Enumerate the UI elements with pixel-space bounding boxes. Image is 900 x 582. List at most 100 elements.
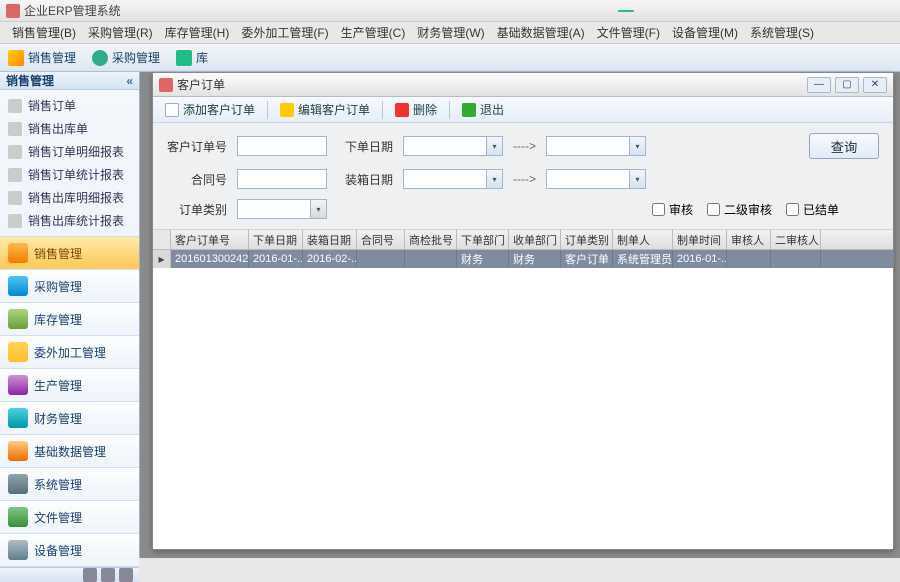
edit-order-label: 编辑客户订单 (298, 101, 370, 118)
table-row[interactable]: ▸ 201601300242 2016-01-... 2016-02-... 财… (153, 250, 893, 268)
tool-stock[interactable]: 库 (168, 44, 216, 71)
menu-basedata[interactable]: 基础数据管理(A) (491, 22, 591, 43)
module-basedata[interactable]: 基础数据管理 (0, 435, 139, 468)
menu-outsource[interactable]: 委外加工管理(F) (235, 22, 334, 43)
exit-button[interactable]: 退出 (456, 99, 510, 120)
tool-sales[interactable]: 销售管理 (0, 44, 84, 71)
check-audit2[interactable]: 二级审核 (707, 201, 772, 218)
title-bar: 企业ERP管理系统 (0, 0, 900, 22)
col-order-no[interactable]: 客户订单号 (171, 230, 249, 249)
check-closed[interactable]: 已结单 (786, 201, 839, 218)
footer-icon[interactable] (101, 568, 115, 582)
chevron-down-icon[interactable]: ▾ (486, 170, 502, 188)
tool-purchase[interactable]: 采购管理 (84, 44, 168, 71)
maximize-button[interactable]: ▢ (835, 77, 859, 93)
arrow-separator: ----> (513, 139, 536, 153)
order-date-from[interactable]: ▾ (403, 136, 503, 156)
col-maker[interactable]: 制单人 (613, 230, 673, 249)
audit-checkbox[interactable] (652, 203, 665, 216)
order-no-input[interactable] (237, 136, 327, 156)
collapse-icon[interactable]: « (126, 74, 133, 88)
close-button[interactable]: ✕ (863, 77, 887, 93)
col-pack-date[interactable]: 装箱日期 (303, 230, 357, 249)
col-auditor2[interactable]: 二审核人 (771, 230, 821, 249)
add-order-button[interactable]: 添加客户订单 (159, 99, 261, 120)
warehouse-icon (176, 50, 192, 66)
col-inspect-no[interactable]: 商检批号 (405, 230, 457, 249)
tool-strip: 销售管理 采购管理 库 (0, 44, 900, 72)
row-indicator[interactable]: ▸ (153, 250, 171, 268)
menu-production[interactable]: 生产管理(C) (335, 22, 412, 43)
search-button[interactable]: 查询 (809, 133, 879, 159)
menu-sales[interactable]: 销售管理(B) (6, 22, 82, 43)
module-outsource[interactable]: 委外加工管理 (0, 336, 139, 369)
order-date-to[interactable]: ▾ (546, 136, 646, 156)
audit2-checkbox[interactable] (707, 203, 720, 216)
pack-date-to[interactable]: ▾ (546, 169, 646, 189)
closed-label: 已结单 (803, 201, 839, 218)
tree-out-detail-report[interactable]: 销售出库明细报表 (0, 186, 139, 209)
col-order-type[interactable]: 订单类别 (561, 230, 613, 249)
module-files[interactable]: 文件管理 (0, 501, 139, 534)
tree-label: 销售订单明细报表 (28, 143, 124, 160)
col-order-dept[interactable]: 下单部门 (457, 230, 509, 249)
col-make-time[interactable]: 制单时间 (673, 230, 727, 249)
module-label: 生产管理 (34, 377, 82, 394)
label-contract-no: 合同号 (167, 171, 227, 188)
tree-sales-out[interactable]: 销售出库单 (0, 117, 139, 140)
chevron-down-icon[interactable]: ▾ (629, 170, 645, 188)
edit-order-button[interactable]: 编辑客户订单 (274, 99, 376, 120)
order-type-combo[interactable]: ▾ (237, 199, 327, 219)
module-label: 文件管理 (34, 509, 82, 526)
mdi-titlebar[interactable]: 客户订单 — ▢ ✕ (153, 73, 893, 97)
module-label: 系统管理 (34, 476, 82, 493)
menu-purchase[interactable]: 采购管理(R) (82, 22, 159, 43)
module-production[interactable]: 生产管理 (0, 369, 139, 402)
col-auditor[interactable]: 审核人 (727, 230, 771, 249)
menu-equipment[interactable]: 设备管理(M) (666, 22, 744, 43)
menu-system[interactable]: 系统管理(S) (744, 22, 820, 43)
module-purchase[interactable]: 采购管理 (0, 270, 139, 303)
tree-out-stat-report[interactable]: 销售出库统计报表 (0, 209, 139, 232)
pack-date-from[interactable]: ▾ (403, 169, 503, 189)
footer-icon[interactable] (119, 568, 133, 582)
label-pack-date: 装箱日期 (337, 171, 393, 188)
module-finance[interactable]: 财务管理 (0, 402, 139, 435)
module-system[interactable]: 系统管理 (0, 468, 139, 501)
tool-stock-label: 库 (196, 49, 208, 66)
window-caption: 客户订单 (177, 76, 225, 93)
chevron-down-icon[interactable]: ▾ (310, 200, 326, 218)
tree-order-detail-report[interactable]: 销售订单明细报表 (0, 140, 139, 163)
module-sales[interactable]: 销售管理 (0, 237, 139, 270)
footer-icon[interactable] (83, 568, 97, 582)
delete-button[interactable]: 删除 (389, 99, 443, 120)
menu-finance[interactable]: 财务管理(W) (411, 22, 490, 43)
col-order-date[interactable]: 下单日期 (249, 230, 303, 249)
closed-checkbox[interactable] (786, 203, 799, 216)
add-order-label: 添加客户订单 (183, 101, 255, 118)
sidebar: 销售管理 « 销售订单 销售出库单 销售订单明细报表 销售订单统计报表 销售出库… (0, 72, 140, 558)
contract-no-input[interactable] (237, 169, 327, 189)
minimize-button[interactable]: — (807, 77, 831, 93)
tree-sales-order[interactable]: 销售订单 (0, 94, 139, 117)
sidebar-header-label: 销售管理 (6, 72, 54, 89)
form-row-1: 客户订单号 下单日期 ▾ ----> ▾ 查询 (167, 133, 879, 159)
tree-label: 销售出库明细报表 (28, 189, 124, 206)
chevron-down-icon[interactable]: ▾ (629, 137, 645, 155)
tree-order-stat-report[interactable]: 销售订单统计报表 (0, 163, 139, 186)
checkbox-group: 审核 二级审核 已结单 (652, 201, 839, 218)
menu-files[interactable]: 文件管理(F) (591, 22, 666, 43)
module-label: 委外加工管理 (34, 344, 106, 361)
module-equipment[interactable]: 设备管理 (0, 534, 139, 567)
col-contract-no[interactable]: 合同号 (357, 230, 405, 249)
tool-purchase-label: 采购管理 (112, 49, 160, 66)
menu-inventory[interactable]: 库存管理(H) (159, 22, 236, 43)
module-inventory[interactable]: 库存管理 (0, 303, 139, 336)
chevron-down-icon[interactable]: ▾ (486, 137, 502, 155)
cell-auditor (727, 250, 771, 268)
col-recv-dept[interactable]: 收单部门 (509, 230, 561, 249)
order-grid[interactable]: 客户订单号 下单日期 装箱日期 合同号 商检批号 下单部门 收单部门 订单类别 … (153, 230, 893, 549)
cell-order-date: 2016-01-... (249, 250, 303, 268)
check-audit[interactable]: 审核 (652, 201, 693, 218)
app-title: 企业ERP管理系统 (24, 2, 121, 19)
